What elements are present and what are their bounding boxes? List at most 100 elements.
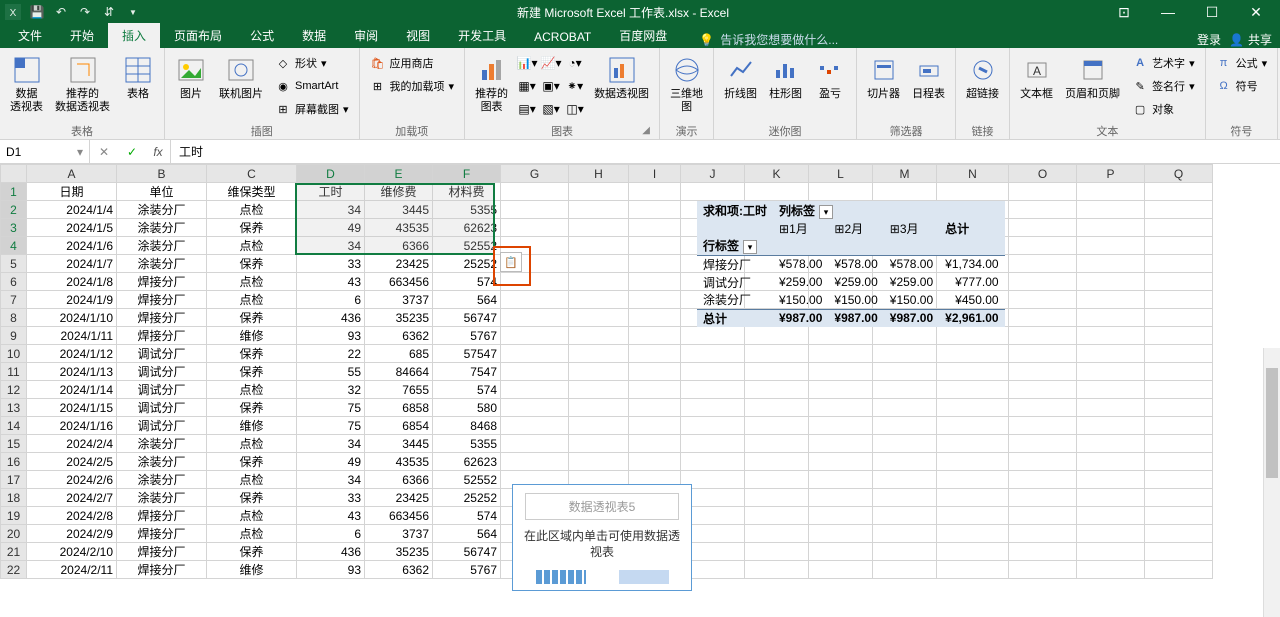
cell-N1[interactable] [937, 183, 1009, 201]
cell-F21[interactable]: 56747 [433, 543, 501, 561]
cell-F1[interactable]: 材料费 [433, 183, 501, 201]
cell-M18[interactable] [873, 489, 937, 507]
cell-I12[interactable] [629, 381, 681, 399]
chart-stat-button[interactable]: ▣▾ [540, 75, 562, 97]
store-button[interactable]: 🛍应用商店 [366, 52, 459, 74]
cell-P13[interactable] [1077, 399, 1145, 417]
cell-P21[interactable] [1077, 543, 1145, 561]
cell-P11[interactable] [1077, 363, 1145, 381]
chart-column-button[interactable]: 📊▾ [516, 52, 538, 74]
cell-I4[interactable] [629, 237, 681, 255]
cell-D2[interactable]: 34 [297, 201, 365, 219]
cell-Q7[interactable] [1145, 291, 1213, 309]
row-header-4[interactable]: 4 [1, 237, 27, 255]
cell-F19[interactable]: 574 [433, 507, 501, 525]
hyperlink-button[interactable]: 超链接 [962, 52, 1003, 103]
cell-E7[interactable]: 3737 [365, 291, 433, 309]
cell-B5[interactable]: 涂装分厂 [117, 255, 207, 273]
cell-M14[interactable] [873, 417, 937, 435]
maximize-button[interactable]: ☐ [1192, 2, 1232, 22]
cell-O4[interactable] [1009, 237, 1077, 255]
tab-file[interactable]: 文件 [4, 23, 56, 48]
cell-N20[interactable] [937, 525, 1009, 543]
cell-L15[interactable] [809, 435, 873, 453]
name-box-dropdown-icon[interactable]: ▾ [77, 145, 83, 159]
tab-data[interactable]: 数据 [288, 23, 340, 48]
cell-C5[interactable]: 保养 [207, 255, 297, 273]
tab-formulas[interactable]: 公式 [236, 23, 288, 48]
cell-L11[interactable] [809, 363, 873, 381]
row-header-10[interactable]: 10 [1, 345, 27, 363]
chart-bar-button[interactable]: ▤▾ [516, 98, 538, 120]
col-header-M[interactable]: M [873, 165, 937, 183]
cell-D5[interactable]: 33 [297, 255, 365, 273]
cell-P12[interactable] [1077, 381, 1145, 399]
cell-D13[interactable]: 75 [297, 399, 365, 417]
col-header-I[interactable]: I [629, 165, 681, 183]
cell-M1[interactable] [873, 183, 937, 201]
row-header-19[interactable]: 19 [1, 507, 27, 525]
cell-Q9[interactable] [1145, 327, 1213, 345]
cell-B20[interactable]: 焊接分厂 [117, 525, 207, 543]
cell-N13[interactable] [937, 399, 1009, 417]
row-header-14[interactable]: 14 [1, 417, 27, 435]
row-header-16[interactable]: 16 [1, 453, 27, 471]
cell-A11[interactable]: 2024/1/13 [27, 363, 117, 381]
cell-E5[interactable]: 23425 [365, 255, 433, 273]
cell-I9[interactable] [629, 327, 681, 345]
chart-pie-button[interactable]: ◔▾ [564, 52, 586, 74]
cell-K18[interactable] [745, 489, 809, 507]
cell-N14[interactable] [937, 417, 1009, 435]
cell-O16[interactable] [1009, 453, 1077, 471]
col-header-E[interactable]: E [365, 165, 433, 183]
cell-O20[interactable] [1009, 525, 1077, 543]
cell-B21[interactable]: 焊接分厂 [117, 543, 207, 561]
cell-B19[interactable]: 焊接分厂 [117, 507, 207, 525]
touch-mode-icon[interactable]: ⇵ [100, 3, 118, 21]
chart-line-button[interactable]: 📈▾ [540, 52, 562, 74]
cell-F4[interactable]: 52552 [433, 237, 501, 255]
cell-H3[interactable] [569, 219, 629, 237]
tab-developer[interactable]: 开发工具 [444, 23, 520, 48]
cell-O15[interactable] [1009, 435, 1077, 453]
cell-A3[interactable]: 2024/1/5 [27, 219, 117, 237]
sparkline-winloss-button[interactable]: 盈亏 [810, 52, 850, 103]
cell-P22[interactable] [1077, 561, 1145, 579]
cell-H6[interactable] [569, 273, 629, 291]
cell-B18[interactable]: 涂装分厂 [117, 489, 207, 507]
cell-A22[interactable]: 2024/2/11 [27, 561, 117, 579]
cell-M11[interactable] [873, 363, 937, 381]
smartart-button[interactable]: ◉SmartArt [271, 75, 353, 97]
chart-combo-button[interactable]: ◫▾ [564, 98, 586, 120]
cell-M10[interactable] [873, 345, 937, 363]
cell-M17[interactable] [873, 471, 937, 489]
cell-A7[interactable]: 2024/1/9 [27, 291, 117, 309]
cell-N9[interactable] [937, 327, 1009, 345]
tell-me-search[interactable]: 💡 告诉我您想要做什么... [681, 31, 1197, 48]
cell-F14[interactable]: 8468 [433, 417, 501, 435]
cell-P14[interactable] [1077, 417, 1145, 435]
cell-Q22[interactable] [1145, 561, 1213, 579]
cell-C6[interactable]: 点检 [207, 273, 297, 291]
cell-B17[interactable]: 涂装分厂 [117, 471, 207, 489]
col-header-J[interactable]: J [681, 165, 745, 183]
cell-C8[interactable]: 保养 [207, 309, 297, 327]
cell-G3[interactable] [501, 219, 569, 237]
cell-C4[interactable]: 点检 [207, 237, 297, 255]
row-header-3[interactable]: 3 [1, 219, 27, 237]
cell-F13[interactable]: 580 [433, 399, 501, 417]
cell-J13[interactable] [681, 399, 745, 417]
cell-N19[interactable] [937, 507, 1009, 525]
cell-C14[interactable]: 维修 [207, 417, 297, 435]
cell-F3[interactable]: 62623 [433, 219, 501, 237]
cell-H1[interactable] [569, 183, 629, 201]
col-header-Q[interactable]: Q [1145, 165, 1213, 183]
equation-button[interactable]: π公式 ▾ [1212, 52, 1272, 74]
pivot-table-2-placeholder[interactable]: 数据透视表5 在此区域内单击可使用数据透视表 [512, 484, 692, 591]
table-button[interactable]: 表格 [118, 52, 158, 103]
cell-D19[interactable]: 43 [297, 507, 365, 525]
cell-O22[interactable] [1009, 561, 1077, 579]
cell-D1[interactable]: 工时 [297, 183, 365, 201]
signature-button[interactable]: ✎签名行 ▾ [1128, 75, 1199, 97]
col-header-L[interactable]: L [809, 165, 873, 183]
